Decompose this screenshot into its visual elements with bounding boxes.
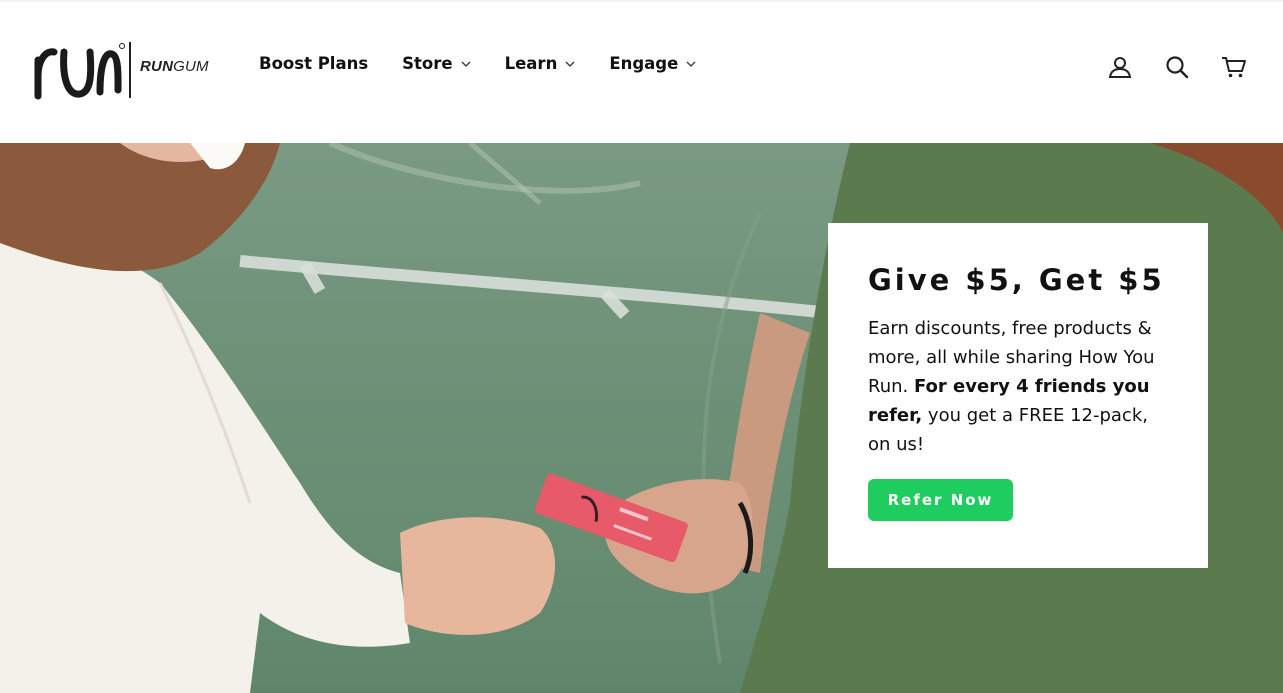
hero-banner: Give $5, Get $5 Earn discounts, free pro… [0,143,1283,693]
site-header: RUNGUM Boost Plans Store Learn Engage [0,0,1283,143]
brand-logo[interactable]: RUNGUM [32,38,222,102]
run-script-logo-icon [34,43,125,100]
nav-item-label: Engage [609,54,679,73]
cart-icon[interactable] [1221,54,1247,80]
promo-title: Give $5, Get $5 [868,263,1165,297]
promo-body: Earn discounts, free products & more, al… [868,314,1168,459]
nav-item-boost-plans[interactable]: Boost Plans [259,54,368,73]
search-icon[interactable] [1164,54,1190,80]
nav-item-label: Learn [504,54,558,73]
wordmark-gum: GUM [173,58,209,75]
chevron-down-icon [461,61,471,67]
wordmark-run: RUN [140,58,174,75]
nav-item-label: Boost Plans [259,54,369,73]
nav-item-engage[interactable]: Engage [609,54,696,73]
main-nav: Boost Plans Store Learn Engage [259,54,696,73]
chevron-down-icon [686,61,696,67]
nav-item-label: Store [402,54,453,73]
account-icon[interactable] [1107,54,1133,80]
brand-wordmark: RUNGUM [140,58,209,75]
header-icons [1107,54,1247,80]
logo-divider [129,42,131,98]
refer-now-button[interactable]: Refer Now [868,478,1013,521]
nav-item-store[interactable]: Store [402,54,471,73]
referral-promo-card: Give $5, Get $5 Earn discounts, free pro… [828,223,1208,568]
chevron-down-icon [565,61,575,67]
nav-item-learn[interactable]: Learn [505,54,576,73]
